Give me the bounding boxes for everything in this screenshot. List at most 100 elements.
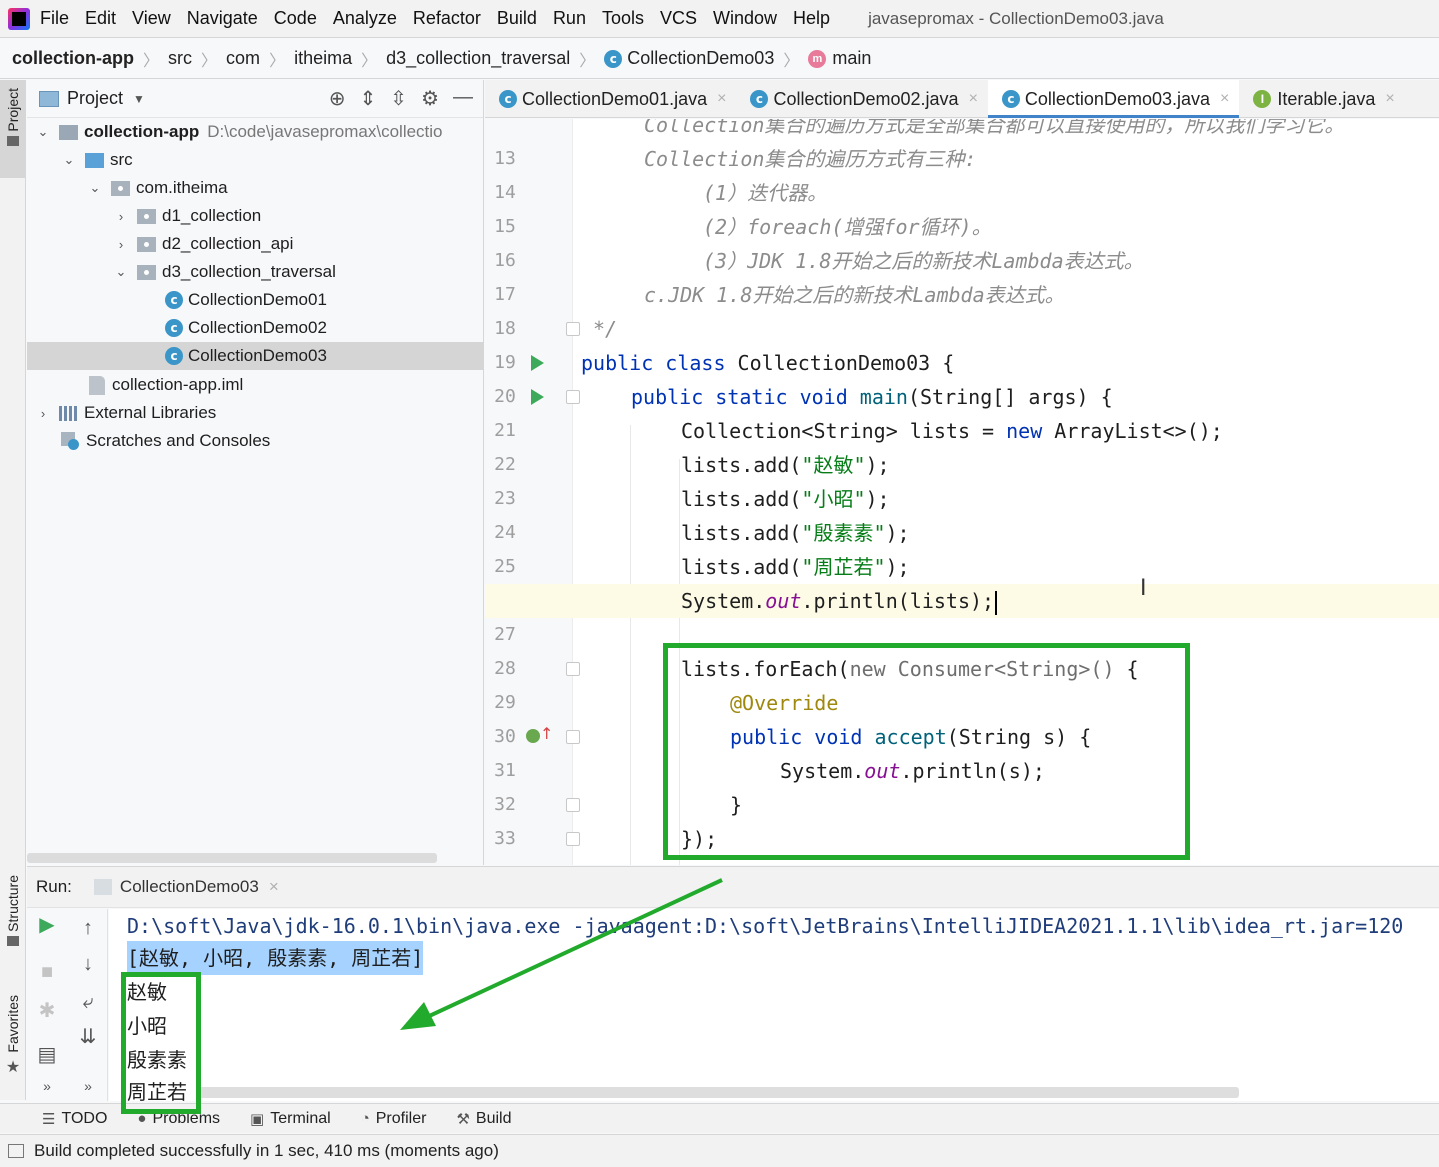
close-icon[interactable]: × — [1385, 90, 1394, 108]
fold-icon[interactable] — [566, 390, 580, 404]
string-literal: "殷素素" — [801, 521, 886, 545]
tree-node-src[interactable]: ⌄ src — [27, 146, 484, 174]
layout-icon[interactable]: ▤ — [27, 1039, 67, 1069]
tab-collectiondemo01[interactable]: c CollectionDemo01.java × — [485, 80, 736, 118]
left-tool-stripe: Project Structure Favorites ★ — [0, 80, 26, 1100]
menu-refactor[interactable]: Refactor — [413, 8, 481, 29]
tab-collectiondemo02[interactable]: c CollectionDemo02.java × — [736, 80, 987, 118]
tree-node-d2[interactable]: › d2_collection_api — [27, 230, 484, 258]
chevron-down-icon[interactable]: ▼ — [133, 92, 145, 106]
close-icon[interactable]: × — [717, 90, 726, 108]
scroll-to-end-icon[interactable]: ⇊ — [68, 1021, 108, 1051]
chevron-right-icon[interactable]: › — [113, 209, 129, 224]
run-tab[interactable]: CollectionDemo03 × — [93, 877, 279, 897]
more-icon[interactable]: » — [68, 1071, 108, 1101]
tree-node-root[interactable]: ⌄ collection-app D:\code\javasepromax\co… — [27, 118, 484, 146]
stop-icon[interactable]: ■ — [27, 957, 67, 987]
iml-file-icon — [89, 375, 105, 395]
breadcrumb-com[interactable]: com — [226, 48, 260, 69]
tree-node-demo01[interactable]: c CollectionDemo01 — [27, 286, 484, 314]
fold-icon[interactable] — [566, 832, 580, 846]
code-text: }); — [681, 827, 718, 851]
soft-wrap-icon[interactable]: ⤶ — [68, 987, 108, 1017]
project-horizontal-scrollbar[interactable] — [27, 853, 437, 863]
breadcrumb-method[interactable]: main — [832, 48, 871, 69]
tree-node-iml[interactable]: collection-app.iml — [27, 371, 484, 399]
chevron-right-icon[interactable]: › — [113, 237, 129, 252]
todo-tool-button[interactable]: ☰ TODO — [42, 1110, 107, 1128]
code-editor[interactable]: 13 Collection集合的遍历方式是全部集合都可以直接使用的，所以我们学习… — [485, 119, 1439, 865]
run-gutter-icon[interactable] — [531, 389, 544, 405]
console-horizontal-scrollbar[interactable] — [199, 1087, 1239, 1098]
fold-icon[interactable] — [566, 730, 580, 744]
fold-icon[interactable] — [566, 798, 580, 812]
chevron-right-icon[interactable]: › — [35, 406, 51, 421]
locate-file-icon[interactable]: ⊕ — [329, 86, 346, 111]
breadcrumb-src[interactable]: src — [168, 48, 192, 69]
console-output[interactable]: D:\soft\Java\jdk-16.0.1\bin\java.exe -ja… — [109, 909, 1439, 1101]
menu-tools[interactable]: Tools — [602, 8, 644, 29]
favorites-tool-tab[interactable]: Favorites ★ — [0, 995, 26, 1105]
menu-build[interactable]: Build — [497, 8, 537, 29]
menu-edit[interactable]: Edit — [85, 8, 116, 29]
expand-all-icon[interactable]: ⇕ — [360, 86, 377, 111]
menu-view[interactable]: View — [132, 8, 171, 29]
project-panel-title[interactable]: Project — [67, 88, 123, 109]
debug-icon[interactable]: ✱ — [27, 995, 67, 1025]
chevron-down-icon[interactable]: ⌄ — [35, 124, 51, 140]
tab-collectiondemo03[interactable]: c CollectionDemo03.java × — [987, 80, 1240, 118]
tab-iterable[interactable]: I Iterable.java × — [1239, 80, 1404, 118]
chevron-down-icon[interactable]: ⌄ — [113, 264, 129, 280]
project-tool-tab[interactable]: Project — [0, 80, 26, 178]
window-icon[interactable] — [8, 1144, 24, 1158]
code-line-26: 26 lists.add("周芷若"); — [485, 550, 1439, 611]
menu-help[interactable]: Help — [793, 8, 830, 29]
arrow-up-icon[interactable]: ↑ — [68, 913, 108, 943]
tree-node-d1[interactable]: › d1_collection — [27, 202, 484, 230]
tree-node-scratches[interactable]: Scratches and Consoles — [27, 427, 484, 455]
arrow-down-icon[interactable]: ↓ — [68, 949, 108, 979]
code-text: } — [730, 793, 743, 817]
breadcrumb-project[interactable]: collection-app — [12, 48, 134, 69]
profiler-tool-button[interactable]: ◔ Profiler — [361, 1110, 427, 1128]
tree-node-package[interactable]: ⌄ com.itheima — [27, 174, 484, 202]
class-icon: c — [165, 347, 183, 365]
star-icon: ★ — [5, 1058, 21, 1076]
code-line-15: 15 (1）迭代器。 — [485, 176, 1439, 237]
collapse-all-icon[interactable]: ⇳ — [390, 86, 407, 111]
tree-node-demo02[interactable]: c CollectionDemo02 — [27, 314, 484, 342]
code-line-22: 22 Collection<String> lists = new ArrayL… — [485, 414, 1439, 475]
menu-code[interactable]: Code — [274, 8, 317, 29]
menu-file[interactable]: File — [40, 8, 69, 29]
chevron-down-icon[interactable]: ⌄ — [87, 180, 103, 196]
breadcrumb-itheima[interactable]: itheima — [294, 48, 352, 69]
menu-analyze[interactable]: Analyze — [333, 8, 397, 29]
close-icon[interactable]: × — [269, 877, 279, 897]
tree-node-demo03[interactable]: c CollectionDemo03 — [27, 342, 484, 370]
more-icon[interactable]: » — [27, 1071, 67, 1101]
minimize-icon[interactable]: — — [453, 86, 473, 111]
tree-label-root: collection-app — [84, 122, 200, 141]
structure-tool-tab[interactable]: Structure — [0, 875, 26, 975]
fold-icon[interactable] — [566, 662, 580, 676]
keyword: public class — [581, 351, 726, 375]
fold-icon[interactable] — [566, 322, 580, 336]
menu-window[interactable]: Window — [713, 8, 777, 29]
tree-node-d3[interactable]: ⌄ d3_collection_traversal — [27, 258, 484, 286]
run-gutter-icon[interactable] — [531, 355, 544, 371]
chevron-down-icon[interactable]: ⌄ — [61, 152, 77, 168]
close-icon[interactable]: × — [969, 90, 978, 108]
terminal-tool-button[interactable]: ▣ Terminal — [250, 1110, 331, 1128]
rerun-icon[interactable]: ▶ — [27, 909, 67, 939]
implements-icon[interactable] — [526, 729, 540, 743]
breadcrumb-class[interactable]: CollectionDemo03 — [627, 48, 774, 69]
gear-icon[interactable]: ⚙ — [421, 86, 439, 111]
breadcrumb-d3[interactable]: d3_collection_traversal — [386, 48, 570, 69]
close-icon[interactable]: × — [1220, 90, 1229, 108]
build-tool-button[interactable]: ⚒ Build — [456, 1110, 511, 1128]
menu-navigate[interactable]: Navigate — [187, 8, 258, 29]
menu-vcs[interactable]: VCS — [660, 8, 697, 29]
menu-run[interactable]: Run — [553, 8, 586, 29]
problems-tool-button[interactable]: ● Problems — [137, 1110, 220, 1128]
tree-node-libraries[interactable]: › External Libraries — [27, 399, 484, 427]
